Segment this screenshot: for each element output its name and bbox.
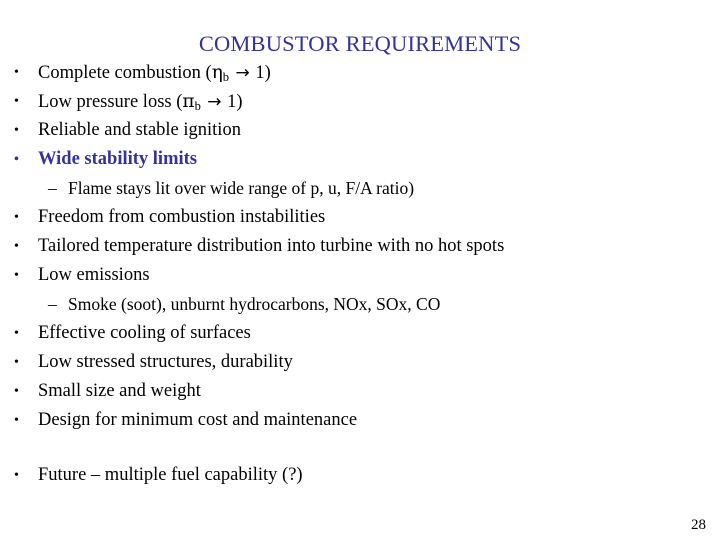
sub-list-item: – Smoke (soot), unburnt hydrocarbons, NOx… bbox=[0, 290, 720, 319]
list-item: • Future – multiple fuel capability (?) bbox=[0, 461, 720, 490]
right-arrow-icon: → bbox=[201, 92, 222, 112]
dash-marker-icon: – bbox=[48, 178, 57, 198]
bullet-marker-icon: • bbox=[14, 468, 19, 483]
greek-symbol: η bbox=[211, 62, 223, 83]
dash-marker-icon: – bbox=[48, 294, 57, 314]
list-item-label: Low stressed structures, durability bbox=[38, 352, 293, 372]
list-item-label-suffix: 1) bbox=[250, 63, 271, 83]
bullet-marker-icon: • bbox=[14, 355, 19, 370]
sub-list-item: – Flame stays lit over wide range of p, u… bbox=[0, 174, 720, 203]
list-item: • Tailored temperature distribution into … bbox=[0, 232, 720, 261]
list-item-label: Flame stays lit over wide range of p, u,… bbox=[68, 178, 415, 198]
bullet-marker-icon: • bbox=[14, 268, 19, 283]
list-item-label: Complete combustion ( bbox=[38, 63, 212, 83]
list-item: • Low stressed structures, durability bbox=[0, 348, 720, 377]
list-item: • Complete combustion (ηb → 1) bbox=[0, 58, 720, 87]
bullet-marker-icon: • bbox=[14, 239, 19, 254]
list-item-label-suffix: 1) bbox=[222, 92, 243, 112]
list-item-label: Design for minimum cost and maintenance bbox=[38, 410, 358, 430]
list-item-label: Tailored temperature distribution into t… bbox=[38, 236, 505, 256]
list-item: • Low pressure loss (πb → 1) bbox=[0, 87, 720, 116]
bullet-marker-icon: • bbox=[14, 123, 19, 138]
page-number: 28 bbox=[691, 517, 706, 533]
list-item: • Effective cooling of surfaces bbox=[0, 319, 720, 348]
symbol-subscript: b bbox=[194, 98, 201, 113]
bullet-marker-icon: • bbox=[14, 210, 19, 225]
bullet-marker-icon: • bbox=[14, 413, 19, 428]
list-item: • Low emissions bbox=[0, 261, 720, 290]
greek-symbol: π bbox=[182, 91, 195, 112]
bullet-marker-icon: • bbox=[14, 384, 19, 399]
slide-canvas: COMBUSTOR REQUIREMENTS • Complete combust… bbox=[0, 0, 720, 540]
bullet-marker-icon: • bbox=[14, 65, 19, 80]
list-item-label: Small size and weight bbox=[38, 381, 201, 401]
right-arrow-icon: → bbox=[230, 63, 250, 83]
list-item-label: Future – multiple fuel capability (?) bbox=[38, 465, 303, 485]
bullet-list: • Complete combustion (ηb → 1) • Low pressu… bbox=[0, 58, 720, 490]
list-item-label: Reliable and stable ignition bbox=[38, 120, 241, 140]
list-item-label: Freedom from combustion instabilities bbox=[38, 207, 326, 227]
list-item-label: Low emissions bbox=[38, 265, 150, 285]
list-item: • Small size and weight bbox=[0, 377, 720, 406]
bullet-marker-icon: • bbox=[14, 326, 19, 341]
list-item: • Wide stability limits bbox=[0, 145, 720, 174]
list-item-label: Low pressure loss ( bbox=[38, 92, 183, 112]
list-item-label: Smoke (soot), unburnt hydrocarbons, NOx,… bbox=[68, 294, 441, 314]
list-item: • Design for minimum cost and maintenance bbox=[0, 406, 720, 435]
list-item-label: Effective cooling of surfaces bbox=[38, 323, 251, 343]
bullet-marker-icon: • bbox=[14, 94, 19, 109]
list-item: • Reliable and stable ignition bbox=[0, 116, 720, 145]
list-item-label: Wide stability limits bbox=[38, 149, 197, 169]
list-item: • Freedom from combustion instabilities bbox=[0, 203, 720, 232]
bullet-marker-icon: • bbox=[14, 152, 19, 167]
page-title: COMBUSTOR REQUIREMENTS bbox=[198, 31, 522, 57]
